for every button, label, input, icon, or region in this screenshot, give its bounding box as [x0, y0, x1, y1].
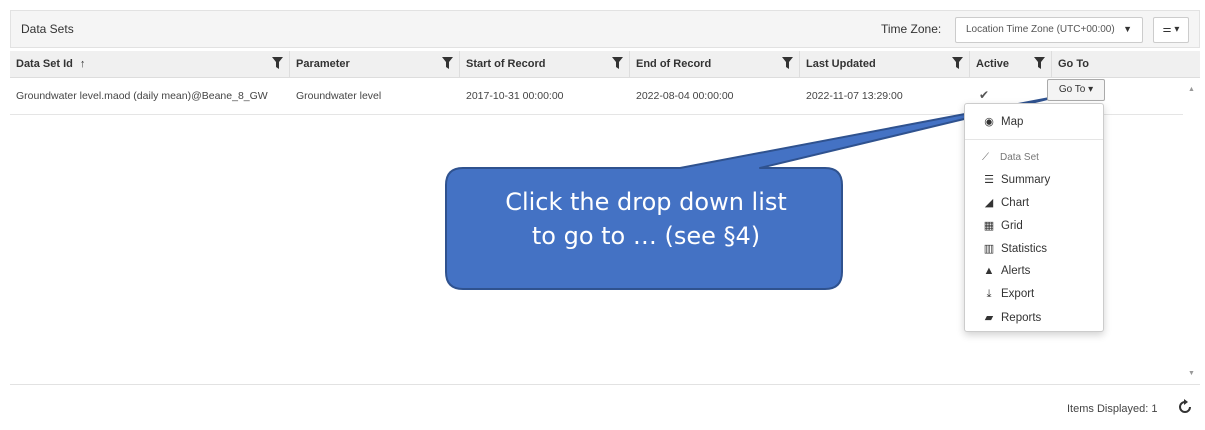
menu-item-label: Map [1001, 116, 1024, 128]
list-icon: ☰ [984, 174, 994, 186]
menu-item-reports[interactable]: ▰ Reports [982, 311, 1042, 324]
callout-line-1: Click the drop down list [505, 188, 787, 216]
menu-item-summary[interactable]: ☰ Summary [982, 173, 1050, 186]
menu-item-label: Statistics [1001, 243, 1048, 255]
area-chart-icon: ◢ [984, 197, 994, 209]
items-displayed-count: Items Displayed: 1 [1067, 403, 1158, 415]
book-icon: ▰ [984, 312, 994, 324]
cell-end-of-record: 2022-08-04 00:00:00 [636, 90, 734, 102]
column-header-parameter[interactable]: Parameter [290, 51, 460, 78]
column-label: Last Updated [806, 58, 876, 70]
menu-item-statistics[interactable]: ▥ Statistics [982, 242, 1047, 255]
grid-icon: ▦ [983, 220, 995, 232]
warning-icon: ▲ [983, 265, 995, 277]
globe-icon: ◉ [984, 116, 994, 128]
menu-item-chart[interactable]: ◢ Chart [982, 196, 1029, 209]
column-label: Go To [1058, 58, 1089, 70]
refresh-icon[interactable] [1176, 398, 1194, 416]
menu-group-header: ⟋ Data Set [982, 152, 1039, 163]
filter-icon[interactable] [1034, 57, 1045, 70]
callout-text: Click the drop down list to go to … (see… [452, 185, 840, 253]
menu-item-label: Reports [1001, 312, 1042, 324]
download-icon: ⤓ [986, 288, 992, 300]
column-header-active[interactable]: Active [970, 51, 1052, 78]
menu-item-label: Export [1001, 288, 1035, 300]
timezone-value: Location Time Zone (UTC+00:00) [966, 24, 1115, 35]
menu-item-label: Summary [1001, 174, 1051, 186]
menu-item-label: Grid [1001, 220, 1023, 232]
filter-icon[interactable] [612, 57, 623, 70]
column-settings-button[interactable]: ⚌ ▾ [1153, 17, 1189, 43]
filter-icon[interactable] [272, 57, 283, 70]
filter-icon[interactable] [782, 57, 793, 70]
column-header-start-of-record[interactable]: Start of Record [460, 51, 630, 78]
scroll-down-icon[interactable]: ▼ [1188, 370, 1195, 377]
filter-icon[interactable] [952, 57, 963, 70]
menu-item-export[interactable]: ⤓ Export [982, 288, 1035, 301]
go-to-dropdown-button[interactable]: Go To ▾ [1047, 79, 1105, 101]
column-label: Active [976, 58, 1010, 70]
table-header-row: Data Set Id ↑ Parameter Start of Record … [10, 51, 1183, 78]
chevron-down-icon: ▼ [1123, 24, 1132, 34]
go-to-menu: ◉ Map ⟋ Data Set ☰ Summary ◢ Chart ▦ Grid ▥ St… [964, 103, 1104, 332]
cell-parameter: Groundwater level [296, 90, 382, 102]
callout-line-2: to go to … (see §4) [531, 222, 761, 250]
panel-title: Data Sets [21, 22, 74, 36]
check-icon: ✔ [979, 88, 990, 102]
menu-item-map[interactable]: ◉ Map [982, 115, 1023, 128]
scroll-up-icon[interactable]: ▲ [1188, 86, 1195, 93]
column-header-last-updated[interactable]: Last Updated [800, 51, 970, 78]
bar-chart-icon: ▥ [983, 243, 995, 255]
line-chart-icon: ⟋ [982, 152, 989, 163]
scrollbar-header-spacer [1183, 51, 1200, 78]
column-label: End of Record [636, 58, 712, 70]
cell-start-of-record: 2017-10-31 00:00:00 [466, 90, 564, 102]
menu-item-alerts[interactable]: ▲ Alerts [982, 265, 1031, 277]
menu-item-label: Alerts [1001, 265, 1031, 277]
filter-icon[interactable] [442, 57, 453, 70]
cell-last-updated: 2022-11-07 13:29:00 [806, 90, 903, 102]
column-header-go-to: Go To [1052, 51, 1183, 78]
column-header-end-of-record[interactable]: End of Record [630, 51, 800, 78]
column-header-data-set-id[interactable]: Data Set Id ↑ [10, 51, 290, 78]
panel-header: Data Sets Time Zone: Location Time Zone … [10, 10, 1200, 48]
timezone-select[interactable]: Location Time Zone (UTC+00:00) ▼ [955, 17, 1143, 43]
column-label: Parameter [296, 58, 350, 70]
footer-divider [10, 384, 1200, 385]
cell-data-set-id: Groundwater level.maod (daily mean)@Bean… [16, 90, 268, 102]
menu-divider [965, 139, 1103, 140]
menu-item-label: Chart [1001, 197, 1030, 209]
menu-group-label: Data Set [1000, 152, 1039, 163]
column-label: Data Set Id [16, 58, 73, 70]
column-label: Start of Record [466, 58, 546, 70]
vertical-scrollbar[interactable]: ▲ ▼ [1183, 78, 1200, 384]
sliders-icon: ⚌ ▾ [1162, 24, 1180, 35]
sort-asc-icon: ↑ [79, 58, 86, 70]
timezone-label: Time Zone: [881, 22, 942, 36]
menu-item-grid[interactable]: ▦ Grid [982, 219, 1023, 232]
